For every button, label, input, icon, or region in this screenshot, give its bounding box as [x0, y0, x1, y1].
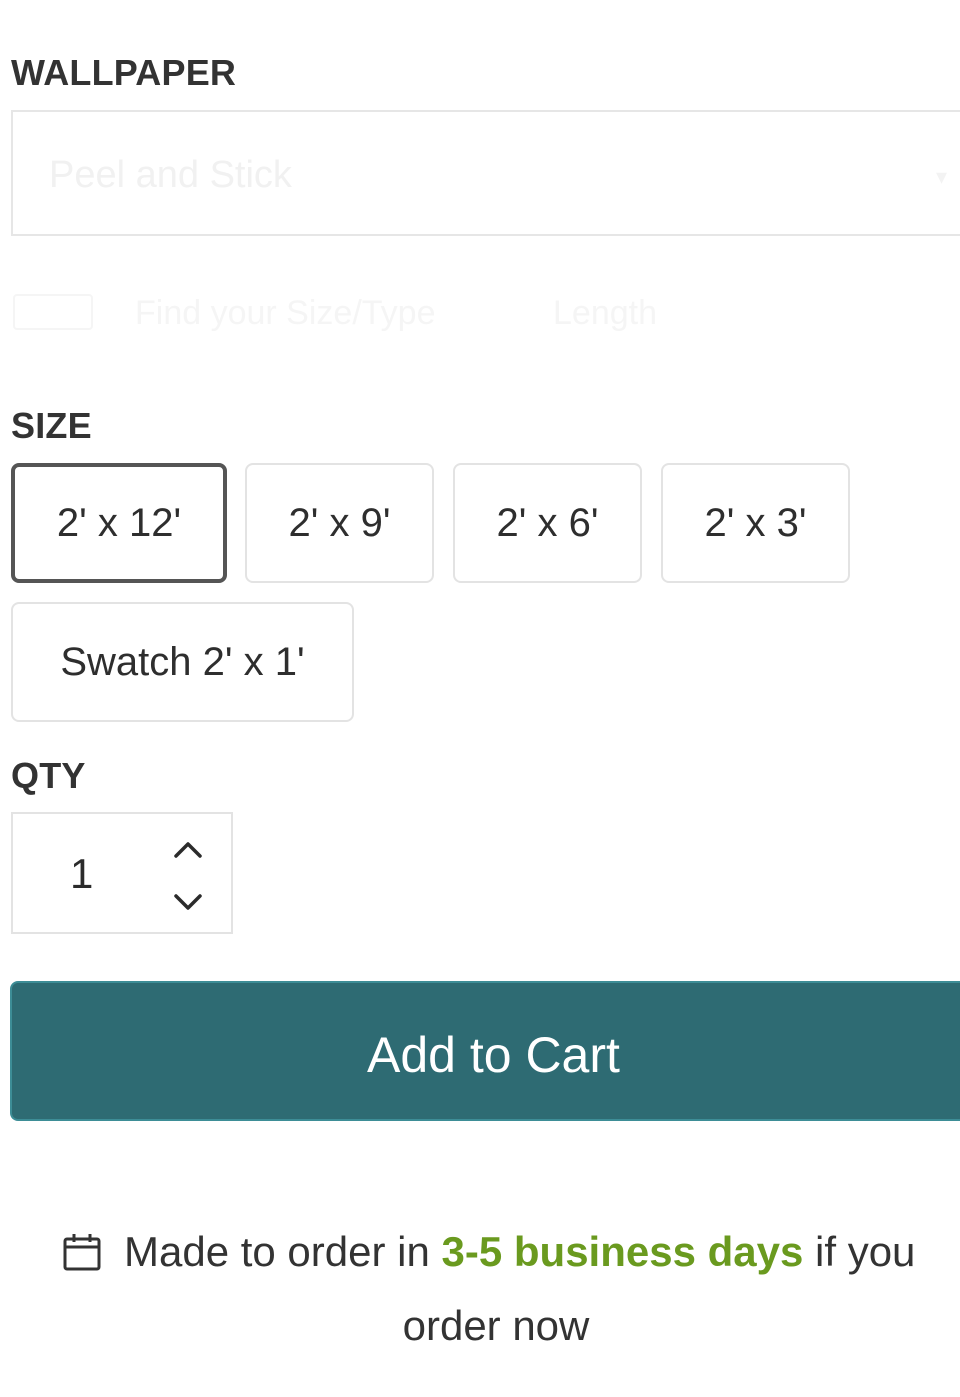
delivery-estimate: Made to order in 3-5 business days if yo…	[62, 1228, 915, 1276]
wallpaper-select-value: Peel and Stick	[49, 154, 292, 196]
delivery-highlight: 3-5 business days	[441, 1228, 804, 1275]
size-option-swatch[interactable]: Swatch 2' x 1'	[11, 602, 354, 722]
faded-size-finder-row: Find your Size/Type Length	[13, 292, 713, 336]
delivery-prefix: Made to order in	[124, 1228, 430, 1275]
add-to-cart-label: Add to Cart	[367, 1027, 620, 1083]
chevron-down-icon[interactable]	[171, 888, 205, 918]
ruler-icon	[13, 294, 93, 330]
size-option-2x12[interactable]: 2' x 12'	[11, 463, 227, 583]
faded-size-finder-text: Find your Size/Type	[135, 294, 436, 332]
add-to-cart-button[interactable]: Add to Cart	[10, 981, 960, 1121]
chevron-up-icon[interactable]	[171, 834, 205, 864]
chevron-down-icon: ▾	[935, 164, 947, 189]
wallpaper-label: WALLPAPER	[11, 52, 237, 93]
size-label: SIZE	[11, 405, 92, 446]
faded-length-text: Length	[553, 294, 657, 332]
quantity-stepper[interactable]: 1	[11, 812, 233, 934]
qty-label: QTY	[11, 755, 86, 796]
delivery-suffix: if you	[815, 1228, 916, 1275]
size-option-2x6[interactable]: 2' x 6'	[453, 463, 642, 583]
calendar-icon	[63, 1234, 101, 1271]
delivery-estimate-line2: order now	[402, 1302, 590, 1349]
quantity-value[interactable]: 1	[70, 850, 93, 898]
wallpaper-type-select[interactable]: Peel and Stick ▾	[11, 110, 960, 236]
size-option-2x9[interactable]: 2' x 9'	[245, 463, 434, 583]
size-option-2x3[interactable]: 2' x 3'	[661, 463, 850, 583]
